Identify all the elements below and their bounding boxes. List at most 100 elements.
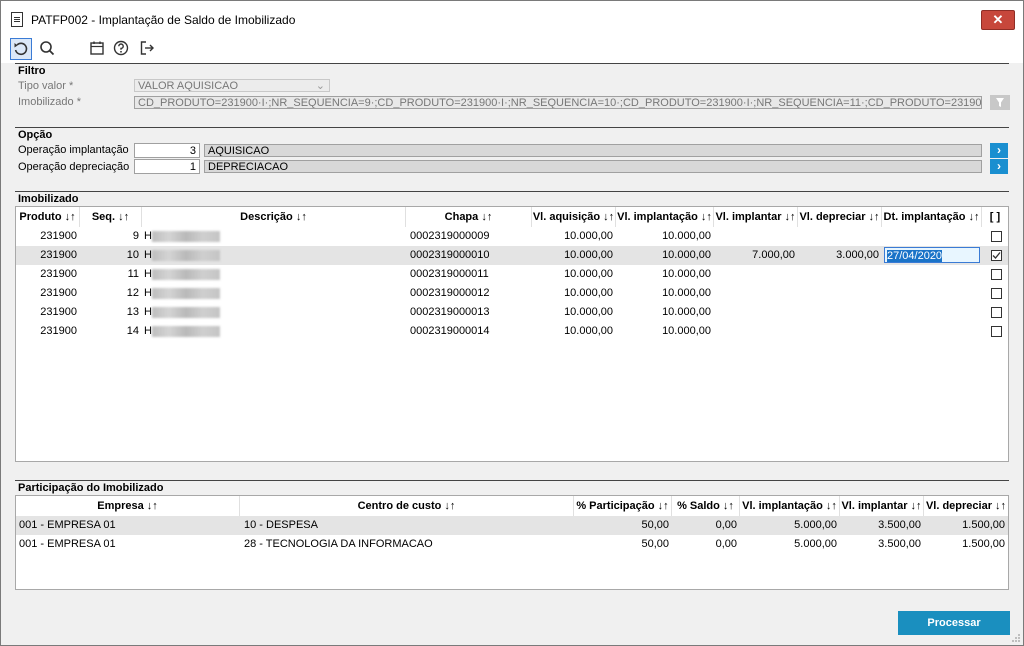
table-row[interactable]: 231900 9 0002319000009 10.000,00 10.000,00 H [16, 227, 1008, 246]
op-depreciacao-label: Operação depreciação [18, 161, 130, 173]
redacted-text [151, 249, 220, 261]
col-header-vl-depreciar[interactable]: Vl. depreciar ↓↑ [924, 496, 1008, 516]
imobilizado-field[interactable]: CD_PRODUTO=231900·I·;NR_SEQUENCIA=9·;CD_… [134, 96, 982, 109]
cell-vl-depreciar [798, 227, 882, 246]
divider [15, 480, 1009, 481]
cell-descricao: H [144, 284, 406, 303]
dt-implantacao-input[interactable]: 27/04/2020 [884, 247, 980, 263]
redacted-text [151, 268, 220, 280]
cell-vl-aquisicao: 10.000,00 [564, 306, 613, 318]
dt-implantacao-value: 27/04/2020 [887, 250, 943, 262]
cell-vl-depreciar: 1.500,00 [962, 538, 1005, 550]
cell-vl-depreciar: 3.000,00 [836, 249, 879, 261]
row-checkbox[interactable] [991, 288, 1002, 299]
filter-button[interactable] [990, 95, 1010, 110]
cell-vl-implantar: 7.000,00 [752, 249, 795, 261]
opcao-title: Opção [18, 129, 53, 141]
col-header-chapa[interactable]: Chapa ↓↑ [406, 207, 532, 227]
row-checkbox[interactable] [991, 326, 1002, 337]
cell-chapa: 0002319000009 [410, 230, 490, 242]
col-header-descricao[interactable]: Descrição ↓↑ [142, 207, 406, 227]
resize-grip-icon[interactable] [1011, 633, 1021, 643]
descricao-text: H [144, 249, 152, 261]
cell-seq: 13 [126, 306, 139, 318]
cell-vl-implantacao: 10.000,00 [662, 268, 711, 280]
op-implantacao-code-input[interactable]: 3 [134, 143, 200, 158]
cell-descricao: H [144, 227, 406, 246]
col-header-produto[interactable]: Produto ↓↑ [16, 207, 80, 227]
col-header-vl-aquisicao[interactable]: Vl. aquisição ↓↑ [532, 207, 616, 227]
filter-icon [996, 98, 1004, 107]
document-icon [11, 12, 23, 27]
cell-vl-implantar [714, 265, 798, 284]
col-header-dt-implantacao[interactable]: Dt. implantação ↓↑ [882, 207, 982, 227]
cell-vl-implantar [714, 322, 798, 341]
col-header-vl-depreciar[interactable]: Vl. depreciar ↓↑ [798, 207, 882, 227]
imobilizado-title: Imobilizado [18, 193, 79, 205]
table-row[interactable]: 231900 12 0002319000012 10.000,00 10.000,00 H [16, 284, 1008, 303]
calendar-icon[interactable] [87, 38, 107, 58]
redacted-text [151, 325, 220, 337]
cell-vl-depreciar [798, 284, 882, 303]
imobilizado-grid: Produto ↓↑ Seq. ↓↑ Descrição ↓↑ Chapa ↓↑… [15, 206, 1009, 462]
col-header-saldo[interactable]: % Saldo ↓↑ [672, 496, 740, 516]
help-icon[interactable] [111, 38, 131, 58]
col-header-centro-custo[interactable]: Centro de custo ↓↑ [240, 496, 574, 516]
cell-descricao: H [144, 303, 406, 322]
tipo-valor-select[interactable]: VALOR AQUISICAO ⌄ [134, 79, 330, 92]
processar-button[interactable]: Processar [898, 611, 1010, 635]
row-checkbox[interactable] [991, 250, 1002, 261]
redacted-text [151, 287, 220, 299]
table-row[interactable]: 231900 10 0002319000010 10.000,00 10.000,00 7… [16, 246, 1008, 265]
col-header-seq[interactable]: Seq. ↓↑ [80, 207, 142, 227]
cell-seq: 11 [127, 268, 139, 280]
cell-produto: 231900 [40, 268, 77, 280]
cell-vl-aquisicao: 10.000,00 [564, 249, 613, 261]
op-depreciacao-lookup-button[interactable]: › [990, 159, 1008, 174]
descricao-text: H [144, 268, 152, 280]
op-depreciacao-code-input[interactable]: 1 [134, 159, 200, 174]
row-checkbox[interactable] [991, 231, 1002, 242]
cell-produto: 231900 [40, 306, 77, 318]
cell-chapa: 0002319000012 [410, 287, 490, 299]
table-row[interactable]: 001 - EMPRESA 01 28 - TECNOLOGIA DA INFOR… [16, 535, 1008, 554]
refresh-icon[interactable] [10, 38, 32, 60]
table-row[interactable]: 231900 14 0002319000014 10.000,00 10.000,00 H [16, 322, 1008, 341]
table-row[interactable]: 231900 11 0002319000011 10.000,00 10.000,00 H [16, 265, 1008, 284]
descricao-text: H [144, 325, 152, 337]
exit-icon[interactable] [137, 38, 157, 58]
col-header-vl-implantar[interactable]: Vl. implantar ↓↑ [840, 496, 924, 516]
cell-vl-implantacao: 10.000,00 [662, 230, 711, 242]
cell-vl-implantar [714, 227, 798, 246]
col-header-vl-implantacao[interactable]: Vl. implantação ↓↑ [616, 207, 714, 227]
cell-vl-implantacao: 5.000,00 [794, 538, 837, 550]
search-icon[interactable] [37, 38, 57, 58]
cell-seq: 9 [132, 230, 139, 242]
cell-vl-depreciar [798, 322, 882, 341]
descricao-text: H [144, 287, 152, 299]
cell-centro-custo: 28 - TECNOLOGIA DA INFORMACAO [244, 538, 433, 550]
cell-seq: 10 [126, 249, 139, 261]
close-button[interactable]: ✕ [981, 10, 1015, 30]
row-checkbox[interactable] [991, 269, 1002, 280]
col-header-participacao[interactable]: % Participação ↓↑ [574, 496, 672, 516]
cell-vl-depreciar: 1.500,00 [962, 519, 1005, 531]
cell-centro-custo: 10 - DESPESA [244, 519, 318, 531]
col-header-select-all[interactable]: [ ] [982, 207, 1008, 227]
op-implantacao-lookup-button[interactable]: › [990, 143, 1008, 158]
col-header-vl-implantar[interactable]: Vl. implantar ↓↑ [714, 207, 798, 227]
cell-saldo: 0,00 [715, 519, 737, 531]
divider [15, 191, 1009, 192]
divider [15, 63, 1009, 64]
row-checkbox[interactable] [991, 307, 1002, 318]
tipo-valor-label: Tipo valor * [18, 80, 74, 92]
op-implantacao-desc: AQUISICAO [204, 144, 982, 157]
table-row[interactable]: 001 - EMPRESA 01 10 - DESPESA 50,00 0,00 5.0… [16, 516, 1008, 535]
filtro-title: Filtro [18, 65, 46, 77]
col-header-empresa[interactable]: Empresa ↓↑ [16, 496, 240, 516]
toolbar [1, 35, 1023, 63]
col-header-vl-implantacao[interactable]: Vl. implantação ↓↑ [740, 496, 840, 516]
divider [15, 127, 1009, 128]
cell-vl-aquisicao: 10.000,00 [564, 287, 613, 299]
table-row[interactable]: 231900 13 0002319000013 10.000,00 10.000,00 H [16, 303, 1008, 322]
